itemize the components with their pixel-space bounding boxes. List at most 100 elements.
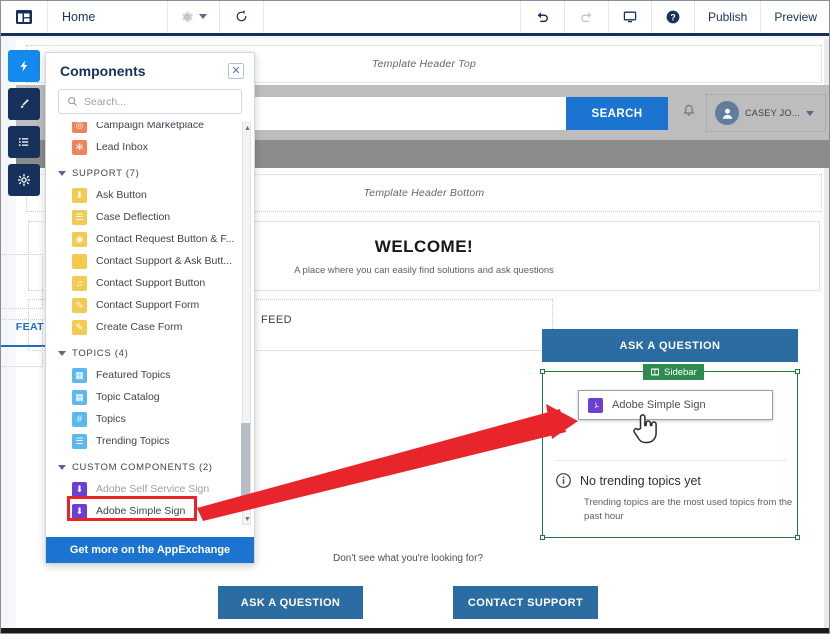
window-bottom-edge	[0, 628, 830, 634]
component-item[interactable]: ◉ Contact Request Button & F...	[58, 228, 238, 250]
components-list-scrollbar[interactable]: ▲ ▼	[241, 122, 252, 525]
components-list[interactable]: ◎ Campaign Marketplace ✻ Lead Inbox SUPPORT …	[46, 122, 254, 525]
builder-logo-icon[interactable]	[0, 0, 48, 33]
chevron-down-icon[interactable]	[806, 110, 815, 116]
scroll-down-arrow-icon[interactable]: ▼	[243, 514, 252, 524]
component-item-label: Featured Topics	[96, 369, 171, 381]
component-section-header[interactable]: TOPICS (4)	[58, 342, 238, 364]
components-list-inner: ◎ Campaign Marketplace ✻ Lead Inbox SUPPORT …	[46, 122, 254, 522]
component-item[interactable]: ◎ Campaign Marketplace	[58, 122, 238, 136]
device-preview-button[interactable]	[607, 0, 651, 33]
component-item-label: Ask Button	[96, 189, 147, 201]
region-template-header-top-label: Template Header Top	[371, 58, 476, 70]
component-item[interactable]: ✻ Lead Inbox	[58, 136, 238, 158]
component-item[interactable]: ⬇ Ask Button	[58, 184, 238, 206]
component-item[interactable]: ☰ Trending Topics	[58, 430, 238, 452]
get-more-appexchange-button[interactable]: Get more on the AppExchange	[46, 537, 254, 563]
components-panel-header: Components ✕	[46, 53, 254, 89]
resize-handle-bl[interactable]	[540, 535, 545, 540]
close-icon[interactable]: ✕	[228, 63, 244, 79]
chevron-down-icon[interactable]	[58, 350, 66, 356]
component-item-label: Lead Inbox	[96, 141, 148, 153]
help-button[interactable]: ?	[650, 0, 694, 33]
component-item-label: Create Case Form	[96, 321, 183, 333]
chevron-down-icon[interactable]	[58, 170, 66, 176]
redo-icon	[581, 12, 592, 23]
component-section-header[interactable]: CUSTOM COMPONENTS (2)	[58, 456, 238, 478]
component-item[interactable]: ✎ Create Case Form	[58, 316, 238, 338]
lead-inbox-icon: ✻	[72, 139, 87, 155]
gear-icon	[18, 174, 30, 186]
notifications-bell[interactable]	[681, 103, 697, 124]
footer-ask-question-button[interactable]: ASK A QUESTION	[218, 586, 363, 619]
component-item[interactable]: ⚡ Contact Support & Ask Butt...	[58, 250, 238, 272]
component-item-label: Adobe Simple Sign	[96, 505, 186, 517]
sidebar-ask-question-button[interactable]: ASK A QUESTION	[542, 329, 798, 362]
region-template-header-bottom-label: Template Header Bottom	[363, 187, 485, 199]
chevron-down-icon[interactable]	[199, 14, 207, 19]
refresh-icon	[236, 10, 247, 22]
contact-request-icon: ◉	[72, 231, 87, 247]
brush-icon	[20, 99, 29, 109]
svg-text:?: ?	[670, 12, 675, 22]
component-item[interactable]: ♫ Contact Support Button	[58, 272, 238, 294]
desktop-icon	[623, 11, 637, 22]
resize-handle-br[interactable]	[795, 535, 800, 540]
rail-item-settings[interactable]	[8, 164, 40, 196]
component-item[interactable]: ☰ Case Deflection	[58, 206, 238, 228]
components-search-input[interactable]: Search...	[58, 89, 242, 114]
components-list-scroll-thumb[interactable]	[241, 423, 250, 509]
footer-contact-support-button[interactable]: CONTACT SUPPORT	[453, 586, 598, 619]
component-item[interactable]: ⬇ Adobe Simple Sign	[58, 500, 238, 522]
components-panel-title: Components	[60, 63, 146, 79]
welcome-heading: WELCOME!	[374, 236, 474, 256]
page-settings-button[interactable]	[168, 0, 220, 33]
component-item-label: Adobe Self Service Sign	[96, 483, 210, 495]
region-sidebar-badge[interactable]: Sidebar	[643, 364, 704, 380]
components-panel: Components ✕ Search... ◎ Campaign Marketp…	[45, 52, 255, 564]
region-sidebar[interactable]: Adobe Simple Sign No trending topics yet…	[540, 369, 800, 540]
dropped-component-label: Adobe Simple Sign	[612, 399, 706, 411]
component-item[interactable]: ✎ Contact Support Form	[58, 294, 238, 316]
component-item[interactable]: ▦ Featured Topics	[58, 364, 238, 386]
undo-button[interactable]	[519, 0, 564, 33]
rail-item-page-structure[interactable]	[8, 126, 40, 158]
component-section-label: SUPPORT (7)	[72, 167, 140, 179]
component-item-label: Contact Support & Ask Butt...	[96, 255, 232, 267]
refresh-button[interactable]	[220, 0, 264, 33]
sidebar-ask-question-label: ASK A QUESTION	[619, 339, 721, 352]
avatar	[715, 101, 739, 125]
component-list-clipped-top: ◎ Campaign Marketplace ✻ Lead Inbox	[58, 122, 238, 158]
resize-handle-tl[interactable]	[540, 369, 545, 374]
rail-item-components[interactable]	[8, 50, 40, 82]
preview-button[interactable]: Preview	[760, 0, 830, 33]
chevron-down-icon[interactable]	[58, 464, 66, 470]
dropped-component-adobe-simple-sign[interactable]: Adobe Simple Sign	[578, 390, 773, 420]
component-section-label: CUSTOM COMPONENTS (2)	[72, 461, 213, 473]
avatar-icon	[722, 108, 732, 119]
publish-button[interactable]: Publish	[693, 0, 760, 33]
redo-button	[563, 0, 608, 33]
component-item-label: Contact Request Button & F...	[96, 233, 235, 245]
resize-handle-tr[interactable]	[795, 369, 800, 374]
component-item[interactable]: # Topics	[58, 408, 238, 430]
component-section-header[interactable]: SUPPORT (7)	[58, 162, 238, 184]
region-sidebar-badge-label: Sidebar	[664, 366, 697, 378]
bell-icon	[683, 104, 695, 116]
site-search-button[interactable]: SEARCH	[566, 97, 668, 130]
footer-ask-question-label: ASK A QUESTION	[240, 596, 341, 609]
page-selector-home[interactable]: Home	[48, 0, 168, 33]
component-item-label: Topics	[96, 413, 126, 425]
no-trending-topics-header: No trending topics yet	[555, 472, 793, 489]
user-profile-chip[interactable]: CASEY JO...	[706, 94, 826, 132]
region-left-clip-2	[0, 319, 43, 367]
component-item[interactable]: ▦ Topic Catalog	[58, 386, 238, 408]
component-item[interactable]: ⬇ Adobe Self Service Sign	[58, 478, 238, 500]
component-item-label: Campaign Marketplace	[96, 122, 204, 131]
contact-support-button-icon: ♫	[72, 275, 87, 291]
scroll-up-arrow-icon[interactable]: ▲	[243, 123, 252, 133]
component-item-label: Case Deflection	[96, 211, 171, 223]
component-section-label: TOPICS (4)	[72, 347, 129, 359]
rail-item-theme[interactable]	[8, 88, 40, 120]
